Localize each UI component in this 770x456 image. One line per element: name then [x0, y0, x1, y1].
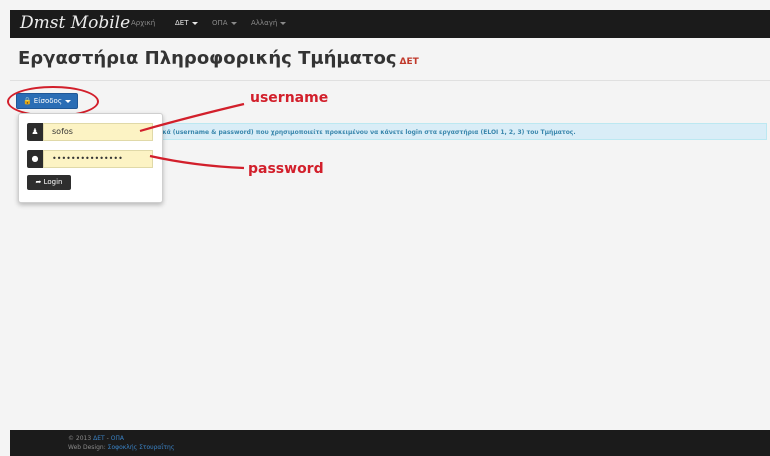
footer-link-opa[interactable]: ΟΠΑ: [111, 435, 124, 442]
footer-link-det[interactable]: ΔΕΤ: [93, 435, 105, 442]
annotation-username-label: username: [250, 90, 329, 106]
password-arrow: [149, 154, 245, 170]
footer-designer-link[interactable]: Σοφοκλής Στουραΐτης: [108, 444, 175, 451]
footer-separator: -: [106, 435, 109, 442]
footer-design-credit: Web Design: Σοφοκλής Στουραΐτης: [68, 444, 174, 451]
username-arrow: [139, 102, 245, 133]
annotation-password-label: password: [248, 161, 324, 177]
footer-copyright-text: © 2013: [68, 435, 92, 442]
annotation-arrows: [139, 102, 245, 170]
footer-design-prefix: Web Design:: [68, 444, 106, 451]
footer-copyright: © 2013 ΔΕΤ - ΟΠΑ: [68, 435, 124, 442]
footer: © 2013 ΔΕΤ - ΟΠΑ Web Design: Σοφοκλής Στ…: [10, 430, 770, 456]
